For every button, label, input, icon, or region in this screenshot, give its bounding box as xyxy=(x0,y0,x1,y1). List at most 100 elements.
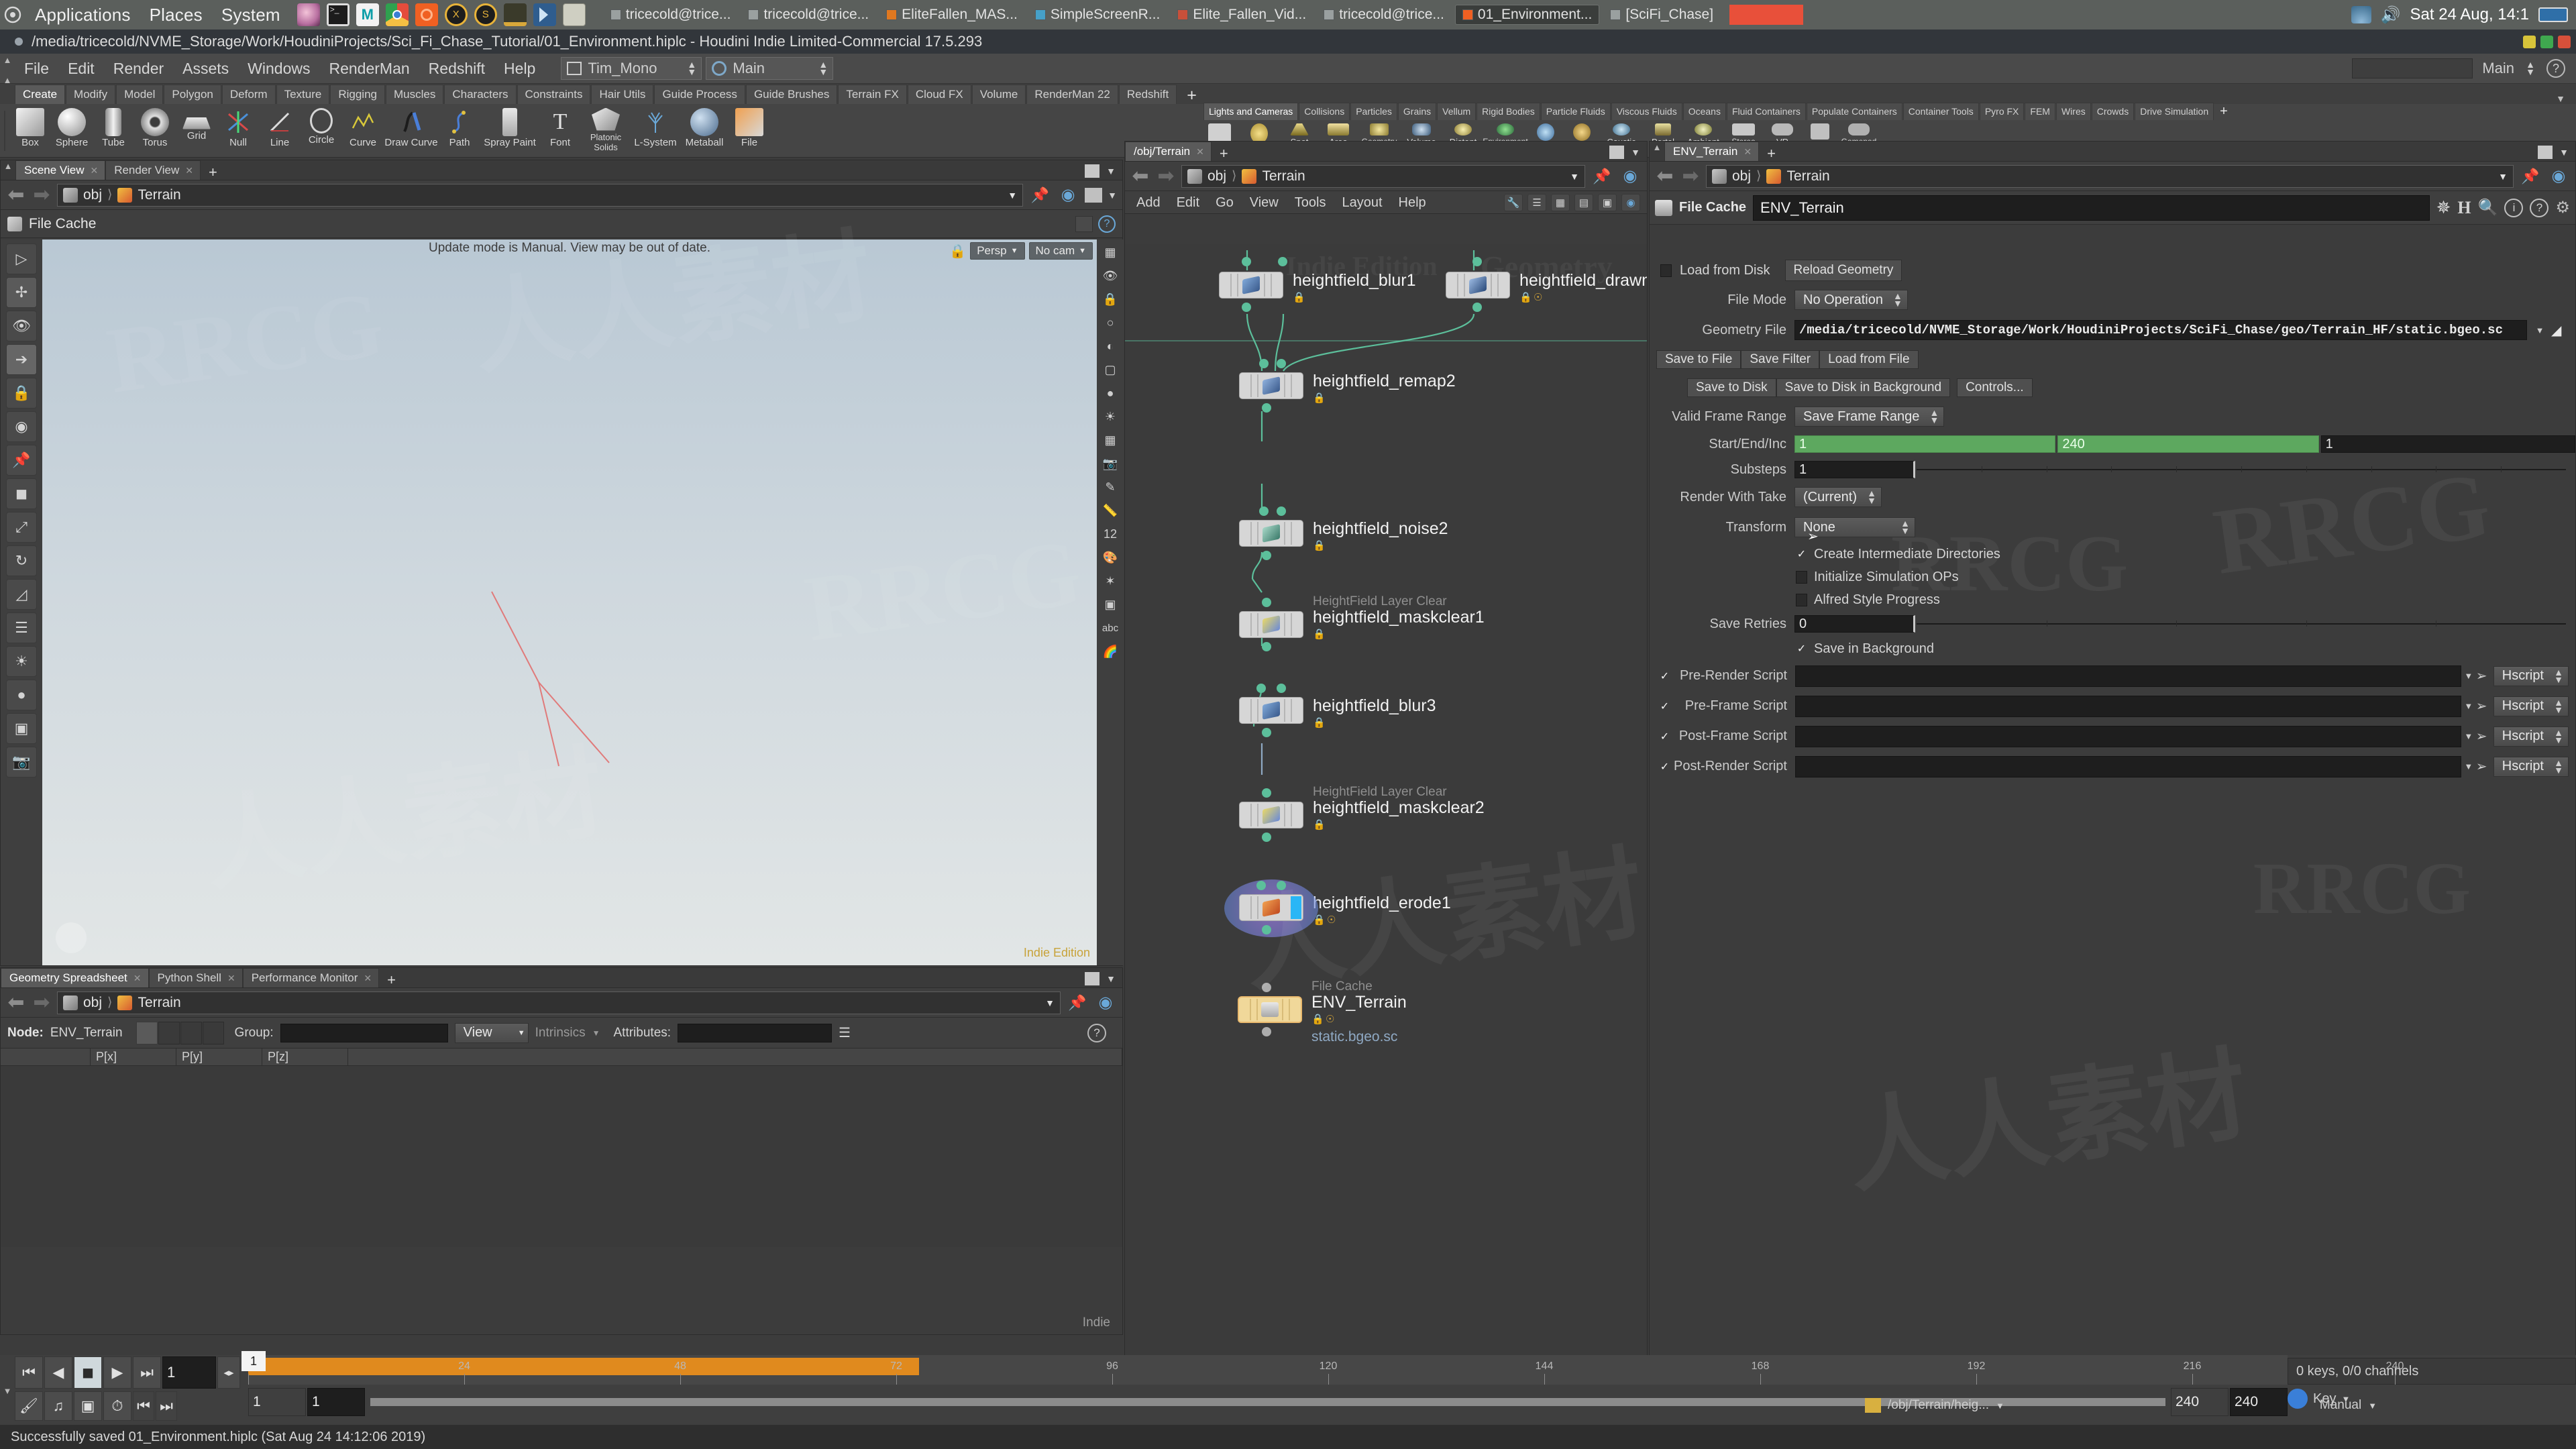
shelf-tool-font[interactable]: T Font xyxy=(539,105,581,156)
close-icon[interactable]: ✕ xyxy=(227,971,235,985)
node-input-port[interactable] xyxy=(1242,257,1251,266)
pre-frame-script-input[interactable] xyxy=(1795,695,2461,717)
bypass-icon[interactable]: ☉ xyxy=(1327,914,1338,926)
chevron-down-icon[interactable]: ▼ xyxy=(1106,973,1116,984)
chevron-down-icon[interactable]: ▼ xyxy=(1008,190,1017,201)
menu-renderman[interactable]: RenderMan xyxy=(319,54,419,84)
start-frame-input[interactable]: 1 xyxy=(1794,435,2056,453)
close-button[interactable] xyxy=(2558,35,2571,48)
shelf-tab-drive-simulation[interactable]: Drive Simulation xyxy=(2135,103,2214,120)
node-body[interactable] xyxy=(1239,802,1303,828)
desktop-selector[interactable]: Tim_Mono ▲ ▼ xyxy=(561,57,702,80)
shelf-tab-fem[interactable]: FEM xyxy=(2025,103,2055,120)
post-frame-script-input[interactable] xyxy=(1795,725,2461,747)
menu-help[interactable]: Help xyxy=(494,54,545,84)
save-to-disk-button[interactable]: Save to Disk xyxy=(1687,378,1776,397)
snapshot-icon[interactable] xyxy=(1085,187,1103,203)
shelf-tab-pyro-fx[interactable]: Pyro FX xyxy=(1979,103,2025,120)
close-icon[interactable]: ✕ xyxy=(1743,145,1752,158)
play-icon[interactable]: ▶ xyxy=(103,1356,131,1389)
search-icon[interactable]: 🔍 xyxy=(2478,198,2498,217)
render-with-take-select[interactable]: (Current) ▲ ▼ xyxy=(1794,487,1882,507)
clock-icon[interactable]: 12 xyxy=(1099,524,1121,544)
shelf-tab-viscous-fluids[interactable]: Viscous Fluids xyxy=(1611,103,1682,120)
task-item-active[interactable]: 01_Environment... xyxy=(1454,5,1600,25)
snapshot2-icon[interactable]: 📷 xyxy=(6,747,37,777)
file-mode-select[interactable]: No Operation ▲ ▼ xyxy=(1794,290,1908,310)
tab-geometry-spreadsheet[interactable]: Geometry Spreadsheet ✕ xyxy=(1,968,149,987)
node-output-port[interactable] xyxy=(1262,925,1271,934)
shelf-tab-create[interactable]: Create xyxy=(15,85,66,104)
snapshot-icon[interactable]: ▣ xyxy=(74,1391,102,1421)
playhead[interactable]: 1 xyxy=(241,1351,266,1371)
add-shelf-tab-button[interactable]: + xyxy=(1177,87,1206,104)
shelf-tool-metaball[interactable]: Metaball xyxy=(680,105,729,156)
node-output-port[interactable] xyxy=(1262,642,1271,651)
field-icon[interactable]: ✶ xyxy=(1099,571,1121,591)
close-icon[interactable]: ✕ xyxy=(185,164,193,177)
view-icon[interactable]: 👁 xyxy=(6,311,37,341)
shelf-tab-terrain-fx[interactable]: Terrain FX xyxy=(838,85,907,104)
jump-end-icon[interactable]: ⏭ xyxy=(133,1356,161,1389)
handles-icon[interactable]: ✢ xyxy=(6,277,37,308)
node-output-port[interactable] xyxy=(1262,833,1271,842)
node-input-port[interactable] xyxy=(1262,788,1271,798)
ghost-icon[interactable]: ○ xyxy=(1099,313,1121,333)
shelf-tab-crowds[interactable]: Crowds xyxy=(2091,103,2135,120)
volume-icon[interactable]: 🔊 xyxy=(2381,5,2401,25)
add-tab-button[interactable]: + xyxy=(379,973,404,987)
tab-obj-terrain[interactable]: /obj/Terrain ✕ xyxy=(1125,142,1212,161)
timeline[interactable]: 1 24 48 72 96 120 144 168 192 216 240 1 xyxy=(241,1351,2404,1385)
shelf-tab-hair-utils[interactable]: Hair Utils xyxy=(591,85,654,104)
shelf-tab-volume[interactable]: Volume xyxy=(971,85,1026,104)
node-input-port[interactable] xyxy=(1256,684,1266,693)
node-heightfield-noise2[interactable]: heightfield_noise2 🔒 xyxy=(1239,506,1448,560)
viewport-canvas[interactable]: Update mode is Manual. View may be out o… xyxy=(42,239,1097,965)
update-mode-label[interactable]: Manual xyxy=(2320,1398,2361,1413)
node-input-port[interactable] xyxy=(1277,359,1286,368)
network-menu-layout[interactable]: Layout xyxy=(1334,191,1389,214)
gear-icon[interactable]: ⚙ xyxy=(2555,198,2570,217)
node-output-port[interactable] xyxy=(1262,403,1271,413)
forward-icon[interactable]: ➡ xyxy=(32,183,52,207)
valid-frame-range-select[interactable]: Save Frame Range ▲ ▼ xyxy=(1794,407,1945,427)
ruler-icon[interactable]: 📏 xyxy=(1099,500,1121,521)
shelf-tab-constraints[interactable]: Constraints xyxy=(517,85,591,104)
chevron-updown-icon[interactable]: ▲ ▼ xyxy=(2524,60,2537,76)
menu-redshift[interactable]: Redshift xyxy=(419,54,494,84)
save-in-background-checkbox[interactable]: ✓ xyxy=(1796,643,1807,655)
add-tab-button[interactable]: + xyxy=(1759,146,1784,161)
help-icon[interactable]: ? xyxy=(1087,1023,1106,1042)
initialize-sim-checkbox[interactable] xyxy=(1796,570,1807,584)
viewport-selector[interactable]: Main ▲ ▼ xyxy=(706,57,834,80)
node-body[interactable] xyxy=(1219,272,1283,299)
prev-key-icon[interactable]: ⏮ xyxy=(133,1391,154,1421)
maximize-button[interactable] xyxy=(2540,35,2553,48)
forward-icon[interactable]: ➡ xyxy=(32,991,52,1014)
node-input-port[interactable] xyxy=(1259,506,1269,516)
panel-maximize-icon[interactable] xyxy=(1609,146,1625,159)
search-input[interactable] xyxy=(2352,58,2473,78)
playbar-path-field[interactable]: /obj/Terrain/heig... xyxy=(1888,1398,1989,1413)
grid-layout-icon[interactable]: ▦ xyxy=(1551,193,1570,211)
back-icon[interactable]: ⬅ xyxy=(6,183,26,207)
palette-icon[interactable]: 🌈 xyxy=(1099,641,1121,661)
script-picker-icon[interactable]: ➢ xyxy=(2476,667,2493,684)
controls-button[interactable]: Controls... xyxy=(1957,378,2033,397)
spreadsheet-path-field[interactable]: obj ⟩ Terrain ▼ xyxy=(57,991,1061,1014)
substeps-slider[interactable] xyxy=(1917,466,2566,472)
chevron-down-icon[interactable]: ▼ xyxy=(2461,761,2476,771)
tab-performance-monitor[interactable]: Performance Monitor ✕ xyxy=(242,968,380,987)
substeps-input[interactable]: 1 xyxy=(1794,461,1915,478)
sync-icon[interactable]: ◉ xyxy=(1619,166,1642,186)
post-render-script-toggle[interactable]: ✓ xyxy=(1659,760,1670,773)
lock-icon[interactable]: 🔒 xyxy=(1311,1013,1324,1025)
vertices-icon[interactable] xyxy=(158,1021,180,1044)
lock2-icon[interactable]: 🔒 xyxy=(1099,289,1121,309)
close-icon[interactable]: ✕ xyxy=(1196,145,1204,158)
play-stop-icon[interactable]: ◼ xyxy=(74,1356,102,1389)
task-item[interactable]: [SciFi_Chase] xyxy=(1603,5,1720,24)
task-item[interactable]: tricecold@trice... xyxy=(741,5,875,24)
save-to-file-button[interactable]: Save to File xyxy=(1656,350,1741,369)
chevron-down-icon[interactable]: ▼ xyxy=(1045,998,1055,1008)
